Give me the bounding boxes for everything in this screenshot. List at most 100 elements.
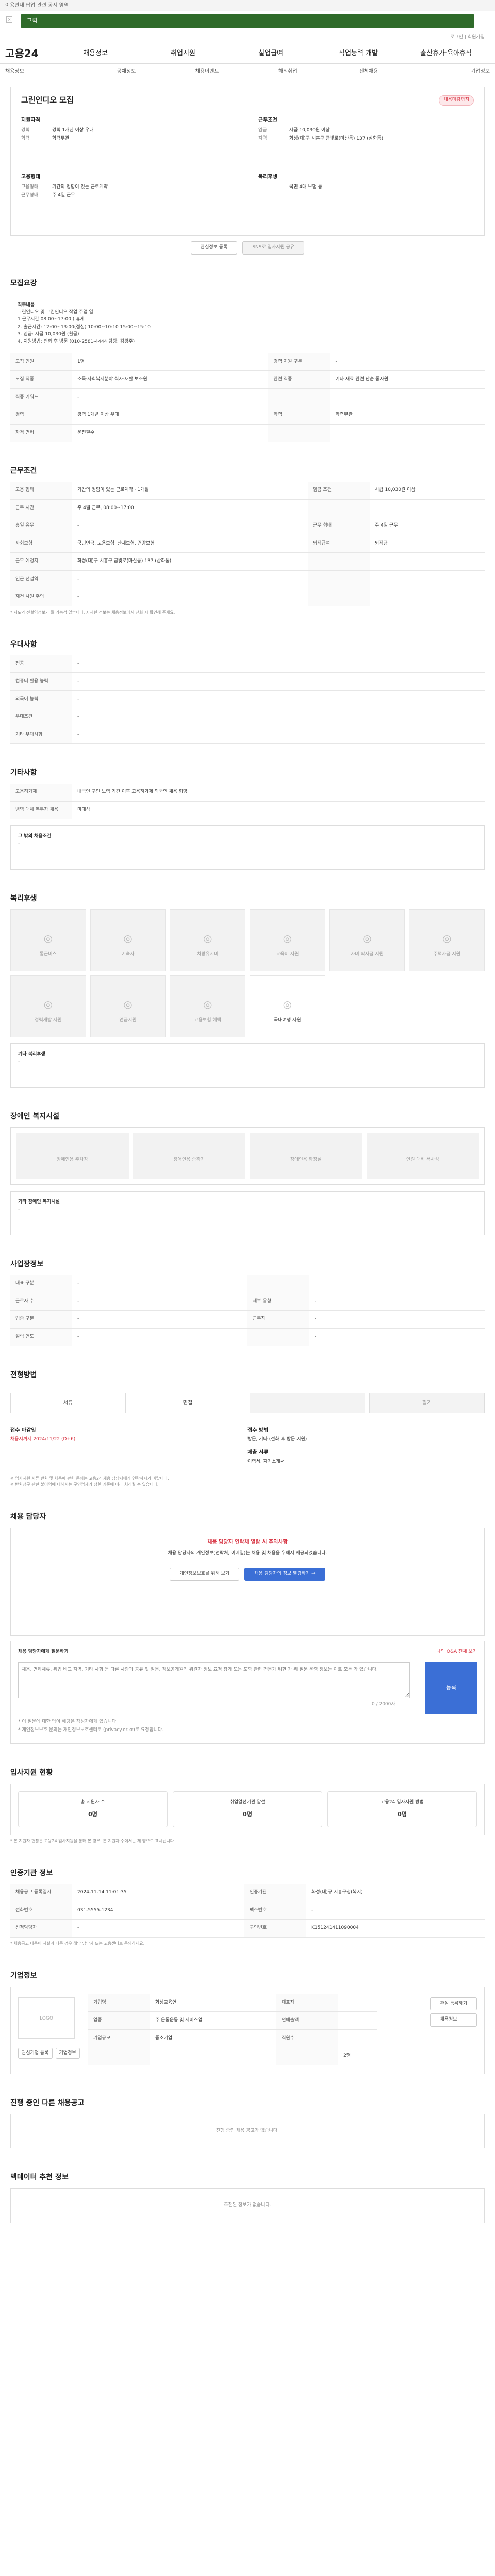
section-title: 우대사항 — [10, 640, 37, 649]
cell-value: - — [72, 726, 485, 744]
table-row: 기타 우대사항 - — [10, 726, 485, 744]
cell-value: 운전필수 — [72, 424, 269, 443]
lnb-item[interactable]: 공채정보 — [86, 67, 167, 75]
interest-company-button[interactable]: 관심기업 등록 — [18, 2047, 53, 2059]
close-icon[interactable]: × — [6, 16, 12, 23]
section-title: 복리후생 — [10, 894, 37, 903]
lnb-item[interactable]: 채용이벤트 — [167, 67, 248, 75]
info-label: 접수 방법 — [248, 1428, 269, 1434]
gnb-item[interactable]: 직업능력 개발 — [315, 48, 402, 59]
table-row: 근무 예정지 화성(대)구 시흥구 금빛로(마산동) 137 (삼화동) — [10, 552, 485, 571]
logo[interactable]: 고용24 — [5, 46, 52, 61]
stat-card: 총 지원자 수 0명 — [18, 1791, 168, 1828]
cell-value: - — [72, 388, 269, 407]
submit-button[interactable]: 등록 — [425, 1662, 477, 1714]
note: ※ 입사지원 서류 반환 및 채용에 관한 문의는 고용24 채용 담당자에게 … — [10, 1476, 169, 1487]
facility-item: 장애인용 주차장 — [16, 1133, 129, 1180]
cell-value: - — [72, 588, 308, 606]
company-info-button[interactable]: 기업정보 — [55, 2047, 80, 2059]
benefit-icon: ◎ — [43, 998, 53, 1011]
question-input[interactable] — [18, 1662, 410, 1699]
cell-label — [276, 2047, 339, 2065]
table-row: 기업명 화성교육연 대표자 — [88, 1994, 377, 2012]
apply-info: 접수 마감일 채용시까지 2024/11/22 (D+6) 접수 방법 방문, 기타… — [10, 1419, 485, 1472]
section-title: 모집요강 — [10, 279, 37, 287]
info-label: 제출 서류 — [248, 1449, 269, 1455]
table-row: 외국어 능력 - — [10, 690, 485, 709]
gnb-item[interactable]: 출산휴가·육아휴직 — [402, 48, 490, 59]
section-title: 근무조건 — [10, 467, 37, 476]
jobs-button[interactable]: 채용정보 — [430, 2013, 477, 2027]
cell-value: - — [306, 1902, 485, 1920]
table-row: 대표 구분 - — [10, 1275, 485, 1293]
table-row: 근무 시간 주 4일 근무, 08:00~17:00 — [10, 499, 485, 518]
field-label: 고용형태 — [21, 184, 39, 190]
cell-label — [268, 424, 331, 443]
table-row: 2명 — [88, 2047, 377, 2065]
cell-label — [88, 2047, 150, 2065]
interest-button[interactable]: 관심정보 등록 — [190, 241, 238, 255]
cell-label: 자격 면허 — [10, 424, 72, 443]
share-button[interactable]: SNS로 입사지원 공유 — [242, 241, 305, 255]
search-input[interactable]: 고퀵 — [21, 14, 474, 28]
stats-grid: 총 지원자 수 0명 취업알선기관 알선 0명 고용24 입사지원 방법 0명 — [10, 1784, 485, 1836]
cell-value: 퇴직금 — [370, 535, 485, 553]
note: * 개인정보보호 문의는 개인정보보호센터로 (privacy.or.kr)로 … — [18, 1727, 164, 1733]
cell-value — [330, 388, 485, 407]
cell-value: - — [72, 570, 308, 589]
follow-button[interactable]: 관심 등록하기 — [430, 1997, 477, 2011]
cell-label: 채용공고 등록일시 — [10, 1884, 72, 1902]
table-row: 컴퓨터 활용 능력 - — [10, 672, 485, 691]
prefer-table: 전공 - 컴퓨터 활용 능력 - 외국어 능력 - 우대조건 - 기타 우대사항 - — [10, 655, 485, 744]
stat-label: 총 지원자 수 — [80, 1800, 105, 1805]
table-row: 전화번호 031-5555-1234 팩스번호 - — [10, 1902, 485, 1920]
lnb-item[interactable]: 채용정보 — [5, 67, 86, 75]
cell-label: 팩스번호 — [244, 1902, 307, 1920]
empty-state: 추천된 정보가 없습니다. — [10, 2188, 485, 2223]
cell-label: 인근 전철역 — [10, 570, 72, 589]
company-table: 기업명 화성교육연 대표자 업종 주 운동운동 및 서비스업 연매출액 기업규모 중소기업 직원… — [88, 1994, 377, 2065]
desc-line: 4. 지원방법: 전화 후 방문 (010-2581-4444 담당: 김경주) — [18, 339, 135, 345]
section-title: 장애인 복지시설 — [10, 1112, 60, 1121]
extra-conditions: 그 밖의 채용조건 - — [10, 825, 485, 870]
lnb-item[interactable]: 기업정보 — [409, 67, 490, 75]
benefit-icon: ◎ — [203, 932, 212, 945]
gnb-item[interactable]: 실업급여 — [227, 48, 315, 59]
field-label — [258, 184, 289, 191]
cell-label — [268, 388, 331, 407]
gnb-item[interactable]: 채용정보 — [52, 48, 139, 59]
lnb-item[interactable]: 전체채용 — [328, 67, 409, 75]
cell-label: 신청담당자 — [10, 1919, 72, 1938]
cell-label: 설립 연도 — [10, 1328, 72, 1347]
view-contact-button[interactable]: 채용 담당자의 정보 열람하기 → — [244, 1567, 325, 1581]
cell-label: 연매출액 — [276, 2011, 339, 2030]
cell-label: 인증기관 — [244, 1884, 307, 1902]
util-links[interactable]: 로그인 | 회원가입 — [0, 32, 495, 43]
qualification-block: 지원자격 경력 경력 1개년 이상 우대 학력 학력무관 — [21, 116, 248, 144]
welfare-item: ◎ 차량유지비 — [170, 909, 245, 972]
cell-value — [338, 2011, 377, 2030]
welfare-etc: 기타 복리후생 - — [10, 1043, 485, 1088]
cell-label: 병역 대체 복무자 채용 — [10, 801, 72, 820]
cell-value: - — [72, 1310, 248, 1329]
table-row: 우대조건 - — [10, 708, 485, 726]
privacy-button[interactable]: 개인정보보호를 위해 보기 — [170, 1567, 240, 1581]
cell-label: 관련 직종 — [268, 370, 331, 389]
block-heading: 복리후생 — [258, 174, 277, 180]
benefit-icon: ◎ — [123, 932, 133, 945]
cell-label: 전공 — [10, 655, 72, 673]
box-value: - — [18, 840, 20, 846]
cell-value — [330, 424, 485, 443]
warning-text: 채용 담당자의 개인정보(연락처, 이메일)는 채용 및 채용을 위해서 제공되… — [168, 1551, 327, 1556]
benefit-icon: ◎ — [203, 998, 212, 1011]
cell-label — [308, 552, 370, 571]
cell-value: - — [72, 1919, 245, 1938]
cell-label: 세부 유형 — [248, 1293, 309, 1311]
qa-link[interactable]: 나의 Q&A 전체 보기 — [436, 1649, 477, 1656]
cell-label: 근무 형태 — [308, 517, 370, 535]
note: * 이 질문에 대한 답이 해당은 작성자에게 있습니다. — [18, 1719, 118, 1725]
method-document: 서류 — [10, 1393, 126, 1414]
cell-value: 학력무관 — [330, 406, 485, 425]
gnb-item[interactable]: 취업지원 — [139, 48, 227, 59]
lnb-item[interactable]: 해외취업 — [248, 67, 328, 75]
